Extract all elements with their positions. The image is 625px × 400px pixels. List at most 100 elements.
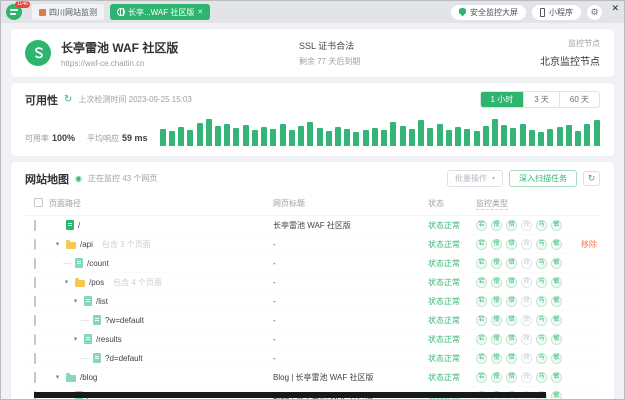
expand-toggle[interactable]: ▾ xyxy=(71,298,80,305)
deep-scan-button[interactable]: 深入扫描任务 xyxy=(509,170,577,187)
time-range-button[interactable]: 60 天 xyxy=(559,92,599,107)
monitor-type-badge[interactable]: 错 xyxy=(506,277,517,288)
monitor-type-badge[interactable]: 马 xyxy=(536,296,547,307)
monitor-type-badge[interactable]: 敏 xyxy=(551,334,562,345)
row-checkbox[interactable] xyxy=(34,277,36,288)
monitor-type-badge[interactable]: 错 xyxy=(506,220,517,231)
response-time-bar-chart[interactable] xyxy=(160,117,600,146)
monitor-type-badge[interactable]: 慢 xyxy=(491,334,502,345)
site-info: 长亭雷池 WAF 社区版 https://waf-ce.chaitin.cn xyxy=(61,39,289,68)
monitor-type-badge[interactable]: 马 xyxy=(536,353,547,364)
remove-link[interactable]: 移除 xyxy=(581,239,597,250)
row-checkbox[interactable] xyxy=(34,296,36,307)
monitor-type-badge[interactable]: 改 xyxy=(521,220,532,231)
monitor-type-badge[interactable]: 错 xyxy=(506,353,517,364)
monitor-type-badge[interactable]: 改 xyxy=(521,334,532,345)
row-checkbox[interactable] xyxy=(34,258,36,269)
row-checkbox[interactable] xyxy=(34,353,36,364)
monitor-type-badge[interactable]: 慢 xyxy=(491,296,502,307)
monitor-type-badge[interactable]: 宕 xyxy=(476,239,487,250)
monitor-type-badge[interactable]: 敏 xyxy=(551,372,562,383)
monitor-type-badge[interactable]: 马 xyxy=(536,315,547,326)
row-checkbox[interactable] xyxy=(34,239,36,250)
monitor-type-badge[interactable]: 马 xyxy=(536,277,547,288)
monitor-type-badge[interactable]: 错 xyxy=(506,296,517,307)
expand-toggle[interactable]: ▾ xyxy=(71,336,80,343)
page-path[interactable]: /count xyxy=(87,259,109,268)
monitor-type-badge[interactable]: 马 xyxy=(536,258,547,269)
monitor-type-badge[interactable]: 马 xyxy=(536,372,547,383)
monitor-type-badge[interactable]: 敏 xyxy=(551,391,562,400)
monitor-type-badge[interactable]: 马 xyxy=(536,334,547,345)
select-all-checkbox[interactable] xyxy=(34,198,43,207)
monitor-type-badge[interactable]: 慢 xyxy=(491,239,502,250)
monitor-node-value[interactable]: 北京监控节点 xyxy=(540,53,600,68)
monitor-type-badge[interactable]: 慢 xyxy=(491,353,502,364)
miniapp-button[interactable]: 小程序 xyxy=(532,5,581,20)
rescan-button[interactable]: ↻ xyxy=(583,171,600,186)
page-path[interactable]: /blog xyxy=(80,373,97,382)
monitor-type-badge[interactable]: 慢 xyxy=(491,372,502,383)
row-checkbox[interactable] xyxy=(34,315,36,326)
monitor-type-badge[interactable]: 宕 xyxy=(476,353,487,364)
app-launcher[interactable]: 1146 xyxy=(6,3,26,21)
monitor-type-badge[interactable]: 改 xyxy=(521,315,532,326)
monitor-type-badge[interactable]: 错 xyxy=(506,315,517,326)
monitor-type-badge[interactable]: 改 xyxy=(521,353,532,364)
page-path[interactable]: / xyxy=(78,221,80,230)
monitor-type-badge[interactable]: 敏 xyxy=(551,258,562,269)
page-path[interactable]: ?d=default xyxy=(105,354,143,363)
monitor-type-badge[interactable]: 马 xyxy=(536,239,547,250)
tab-site-2-active[interactable]: 长亭...WAF 社区版 ✕ xyxy=(110,4,210,20)
tab-site-1[interactable]: 四川网站监测 xyxy=(32,4,104,20)
monitor-type-badge[interactable]: 改 xyxy=(521,296,532,307)
row-checkbox[interactable] xyxy=(34,372,36,383)
page-path[interactable]: /list xyxy=(96,297,108,306)
monitor-type-badge[interactable]: 慢 xyxy=(491,315,502,326)
time-range-button[interactable]: 1 小时 xyxy=(481,92,524,107)
monitor-type-badge[interactable]: 改 xyxy=(521,239,532,250)
page-path[interactable]: /api xyxy=(80,240,93,249)
expand-toggle[interactable]: ▾ xyxy=(53,241,62,248)
monitor-type-badge[interactable]: 慢 xyxy=(491,277,502,288)
page-path[interactable]: ?w=default xyxy=(105,316,144,325)
monitor-type-badge[interactable]: 错 xyxy=(506,372,517,383)
monitor-type-badge[interactable]: 改 xyxy=(521,372,532,383)
monitor-type-badge[interactable]: 错 xyxy=(506,334,517,345)
monitor-type-badge[interactable]: 宕 xyxy=(476,296,487,307)
page-path[interactable]: /results xyxy=(96,335,122,344)
row-checkbox[interactable] xyxy=(34,334,36,345)
monitor-type-badge[interactable]: 错 xyxy=(506,258,517,269)
monitor-type-badge[interactable]: 敏 xyxy=(551,315,562,326)
row-checkbox[interactable] xyxy=(34,220,36,231)
monitor-type-badge[interactable]: 宕 xyxy=(476,334,487,345)
security-dashboard-button[interactable]: 安全监控大屏 xyxy=(451,5,526,20)
tab-close-icon[interactable]: ✕ xyxy=(197,8,203,16)
expand-toggle[interactable]: ▾ xyxy=(62,279,71,286)
monitor-type-badge[interactable]: 错 xyxy=(506,239,517,250)
monitor-type-badge[interactable]: 敏 xyxy=(551,239,562,250)
refresh-icon[interactable]: ↻ xyxy=(64,95,72,105)
monitor-type-badge[interactable]: 宕 xyxy=(476,315,487,326)
monitor-type-badge[interactable]: 改 xyxy=(521,258,532,269)
window-close-icon[interactable]: ✕ xyxy=(611,4,619,13)
monitor-type-badge[interactable]: 宕 xyxy=(476,220,487,231)
monitor-type-badge[interactable]: 宕 xyxy=(476,258,487,269)
time-range-button[interactable]: 3 天 xyxy=(523,92,559,107)
site-url[interactable]: https://waf-ce.chaitin.cn xyxy=(61,59,289,68)
monitor-type-badge[interactable]: 敏 xyxy=(551,277,562,288)
status-label: 状态正常 xyxy=(428,220,476,231)
monitor-type-badge[interactable]: 敏 xyxy=(551,353,562,364)
page-path[interactable]: /pos xyxy=(89,278,104,287)
settings-button[interactable]: ⚙ xyxy=(587,5,602,20)
monitor-type-badge[interactable]: 慢 xyxy=(491,220,502,231)
monitor-type-badge[interactable]: 改 xyxy=(521,277,532,288)
monitor-type-badge[interactable]: 慢 xyxy=(491,258,502,269)
expand-toggle[interactable]: ▾ xyxy=(53,374,62,381)
bulk-action-select[interactable]: 批量操作 ▾ xyxy=(447,170,503,187)
monitor-type-badge[interactable]: 敏 xyxy=(551,220,562,231)
monitor-type-badge[interactable]: 马 xyxy=(536,220,547,231)
monitor-type-badge[interactable]: 敏 xyxy=(551,296,562,307)
monitor-type-badge[interactable]: 宕 xyxy=(476,372,487,383)
monitor-type-badge[interactable]: 宕 xyxy=(476,277,487,288)
